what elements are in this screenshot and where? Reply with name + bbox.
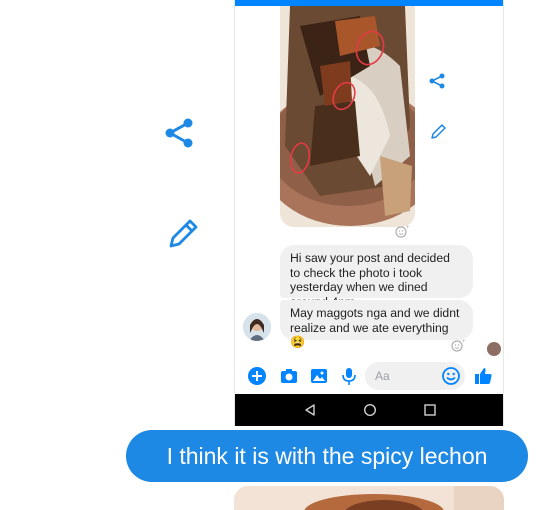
- message-input-placeholder: Aa: [375, 369, 390, 383]
- incoming-message: May maggots nga and we didnt realize and…: [280, 300, 473, 349]
- message-composer: Aa: [235, 358, 503, 394]
- avatar[interactable]: [243, 313, 271, 341]
- incoming-message: Hi saw your post and decided to check th…: [280, 245, 473, 309]
- thumbs-up-icon[interactable]: [473, 366, 493, 386]
- back-triangle-icon[interactable]: [303, 403, 317, 417]
- camera-icon[interactable]: [279, 366, 299, 386]
- pencil-icon[interactable]: [430, 122, 448, 140]
- home-circle-icon[interactable]: [363, 403, 377, 417]
- svg-text:+: +: [406, 225, 410, 231]
- plus-icon[interactable]: [247, 366, 267, 386]
- next-shared-photo[interactable]: [234, 486, 504, 510]
- shared-food-photo[interactable]: [280, 6, 415, 227]
- messenger-screenshot: + Hi saw your post and decided to check …: [234, 0, 504, 426]
- microphone-icon[interactable]: [339, 366, 359, 386]
- add-reaction-icon[interactable]: +: [451, 338, 467, 352]
- add-reaction-icon[interactable]: +: [395, 224, 411, 238]
- svg-text:+: +: [462, 339, 466, 345]
- pencil-icon[interactable]: [167, 216, 201, 250]
- emoji-icon[interactable]: [441, 366, 461, 386]
- share-icon[interactable]: [162, 116, 196, 150]
- message-input[interactable]: Aa: [365, 362, 465, 390]
- android-navigation-bar: [235, 394, 503, 426]
- seen-receipt-avatar: [487, 342, 501, 356]
- share-icon[interactable]: [428, 72, 446, 90]
- gallery-icon[interactable]: [309, 366, 329, 386]
- outgoing-message: I think it is with the spicy lechon: [126, 430, 528, 482]
- recents-square-icon[interactable]: [423, 403, 437, 417]
